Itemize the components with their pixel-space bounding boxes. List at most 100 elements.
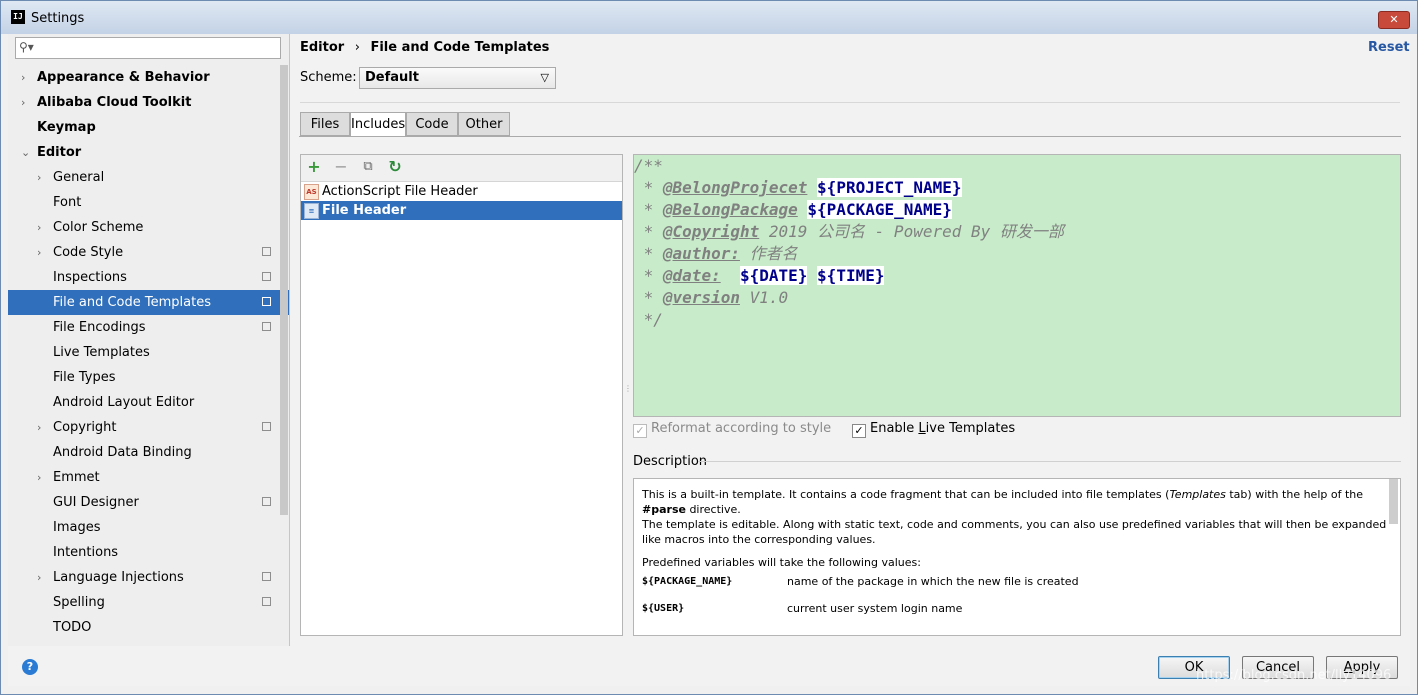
file-template-icon: ≡ <box>304 203 319 219</box>
scheme-dropdown[interactable]: Default ▽ <box>359 67 556 89</box>
code-line: * @date: ${DATE} ${TIME} <box>634 265 885 287</box>
sidebar-item-keymap[interactable]: Keymap <box>8 115 289 140</box>
code-line: /** <box>634 155 663 177</box>
variable-row: ${USER} current user system login name <box>642 601 1392 623</box>
variable-row: ${PACKAGE_NAME} name of the package in w… <box>642 574 1392 596</box>
sidebar-item-file-and-code-templates[interactable]: File and Code Templates <box>8 290 289 315</box>
sidebar-item-todo[interactable]: TODO <box>8 615 289 640</box>
description-paragraph-3: Predefined variables will take the follo… <box>642 556 921 569</box>
sidebar-scrollbar[interactable] <box>280 65 288 515</box>
sidebar-item-label: Spelling <box>53 595 105 610</box>
help-button[interactable]: ? <box>22 659 38 675</box>
chevron-right-icon[interactable]: › <box>37 240 41 265</box>
breadcrumb-parent[interactable]: Editor <box>300 40 344 55</box>
code-line: * @author: 作者名 <box>634 243 798 265</box>
tab-other[interactable]: Other <box>458 112 510 136</box>
sidebar-item-language-injections[interactable]: › Language Injections <box>8 565 289 590</box>
template-item-file-header[interactable]: ≡ File Header <box>301 201 622 220</box>
close-window-button[interactable]: ✕ <box>1378 11 1410 29</box>
comment-text <box>721 266 740 285</box>
sidebar-item-general[interactable]: › General <box>8 165 289 190</box>
copy-template-button[interactable]: ⧉ <box>359 158 377 176</box>
chevron-down-icon[interactable]: ⌄ <box>21 140 30 165</box>
add-template-button[interactable]: + <box>305 158 323 176</box>
enable-live-templates-checkbox[interactable]: ✓ Enable Live Templates <box>852 421 1015 438</box>
splitter-handle[interactable]: ⋮ <box>624 384 632 396</box>
sidebar-item-spelling[interactable]: Spelling <box>8 590 289 615</box>
sidebar-item-appearance-behavior[interactable]: › Appearance & Behavior <box>8 65 289 90</box>
description-divider <box>698 461 1401 462</box>
sidebar-item-label: Editor <box>37 145 82 160</box>
chevron-right-icon[interactable]: › <box>37 465 41 490</box>
sidebar-item-label: Language Injections <box>53 570 184 585</box>
variable-description: name of the package in which the new fil… <box>787 575 1079 588</box>
chevron-right-icon[interactable]: › <box>37 165 41 190</box>
comment-text <box>807 178 817 197</box>
live-templates-label-mnemonic: L <box>918 421 926 436</box>
reset-link[interactable]: Reset <box>1368 40 1410 55</box>
javadoc-tag: @Copyright <box>662 222 760 241</box>
tab-code[interactable]: Code <box>406 112 458 136</box>
project-scope-icon <box>262 422 271 431</box>
sidebar-item-label: Copyright <box>53 420 117 435</box>
sidebar-item-editor[interactable]: ⌄ Editor <box>8 140 289 165</box>
checkbox-check-icon: ✓ <box>633 424 647 438</box>
sidebar-item-code-style[interactable]: › Code Style <box>8 240 289 265</box>
sidebar-item-android-data-binding[interactable]: Android Data Binding <box>8 440 289 465</box>
window-title: Settings <box>31 11 85 26</box>
sidebar-item-font[interactable]: Font <box>8 190 289 215</box>
sidebar-item-emmet[interactable]: › Emmet <box>8 465 289 490</box>
description-heading: Description <box>633 454 708 469</box>
sidebar-item-images[interactable]: Images <box>8 515 289 540</box>
sidebar-item-intentions[interactable]: Intentions <box>8 540 289 565</box>
scheme-value: Default <box>365 70 419 85</box>
chevron-right-icon[interactable]: › <box>37 215 41 240</box>
template-toolbar: + − ⧉ ↻ <box>301 155 622 182</box>
sidebar-item-label: Inspections <box>53 270 127 285</box>
sidebar-item-color-scheme[interactable]: › Color Scheme <box>8 215 289 240</box>
code-line: * @BelongPackage ${PACKAGE_NAME} <box>634 199 952 221</box>
comment-text <box>807 266 817 285</box>
reset-template-button[interactable]: ↻ <box>386 158 404 176</box>
reformat-checkbox[interactable]: ✓ Reformat according to style <box>633 421 831 438</box>
template-code-editor[interactable]: /** * @BelongProjecet ${PROJECT_NAME} * … <box>633 154 1401 417</box>
sidebar-item-file-encodings[interactable]: File Encodings <box>8 315 289 340</box>
remove-template-button[interactable]: − <box>332 158 350 176</box>
search-input[interactable]: ⚲▾ <box>15 37 281 59</box>
chevron-right-icon[interactable]: › <box>37 565 41 590</box>
sidebar-item-label: Emmet <box>53 470 100 485</box>
breadcrumb: Editor › File and Code Templates <box>300 40 549 55</box>
sidebar-item-alibaba-cloud-toolkit[interactable]: › Alibaba Cloud Toolkit <box>8 90 289 115</box>
sidebar-item-android-layout-editor[interactable]: Android Layout Editor <box>8 390 289 415</box>
sidebar-item-label: TODO <box>53 620 92 635</box>
comment-text: * <box>634 266 663 285</box>
description-paragraph-2: The template is editable. Along with sta… <box>642 518 1387 546</box>
sidebar-item-file-types[interactable]: File Types <box>8 365 289 390</box>
sidebar-item-label: Color Scheme <box>53 220 144 235</box>
comment-text: * <box>634 178 663 197</box>
comment-text: * <box>634 244 663 263</box>
tab-includes[interactable]: Includes <box>350 112 406 137</box>
variable-description: current user system login name <box>787 602 963 615</box>
tab-files[interactable]: Files <box>300 112 350 136</box>
javadoc-tag: @BelongProjecet <box>662 178 808 197</box>
sidebar-item-copyright[interactable]: › Copyright <box>8 415 289 440</box>
sidebar-item-live-templates[interactable]: Live Templates <box>8 340 289 365</box>
chevron-right-icon[interactable]: › <box>21 90 25 115</box>
sidebar-item-inspections[interactable]: Inspections <box>8 265 289 290</box>
sidebar-item-label: Appearance & Behavior <box>37 70 210 85</box>
copy-icon: ⧉ <box>363 159 373 174</box>
comment-text: V1.0 <box>739 288 789 307</box>
sidebar-item-label: Images <box>53 520 101 535</box>
project-scope-icon <box>262 497 271 506</box>
sidebar-item-label: File and Code Templates <box>53 295 211 310</box>
description-scrollbar[interactable] <box>1389 479 1398 524</box>
sidebar-item-gui-designer[interactable]: GUI Designer <box>8 490 289 515</box>
reformat-label: Reformat according to style <box>651 421 832 436</box>
breadcrumb-separator: › <box>354 40 360 55</box>
javadoc-tag: @author: <box>662 244 740 263</box>
chevron-right-icon[interactable]: › <box>37 415 41 440</box>
settings-sidebar: ⚲▾ › Appearance & Behavior › Alibaba Cloud … <box>8 34 290 646</box>
template-item-actionscript-file-header[interactable]: AS ActionScript File Header <box>301 182 622 201</box>
chevron-right-icon[interactable]: › <box>21 65 25 90</box>
